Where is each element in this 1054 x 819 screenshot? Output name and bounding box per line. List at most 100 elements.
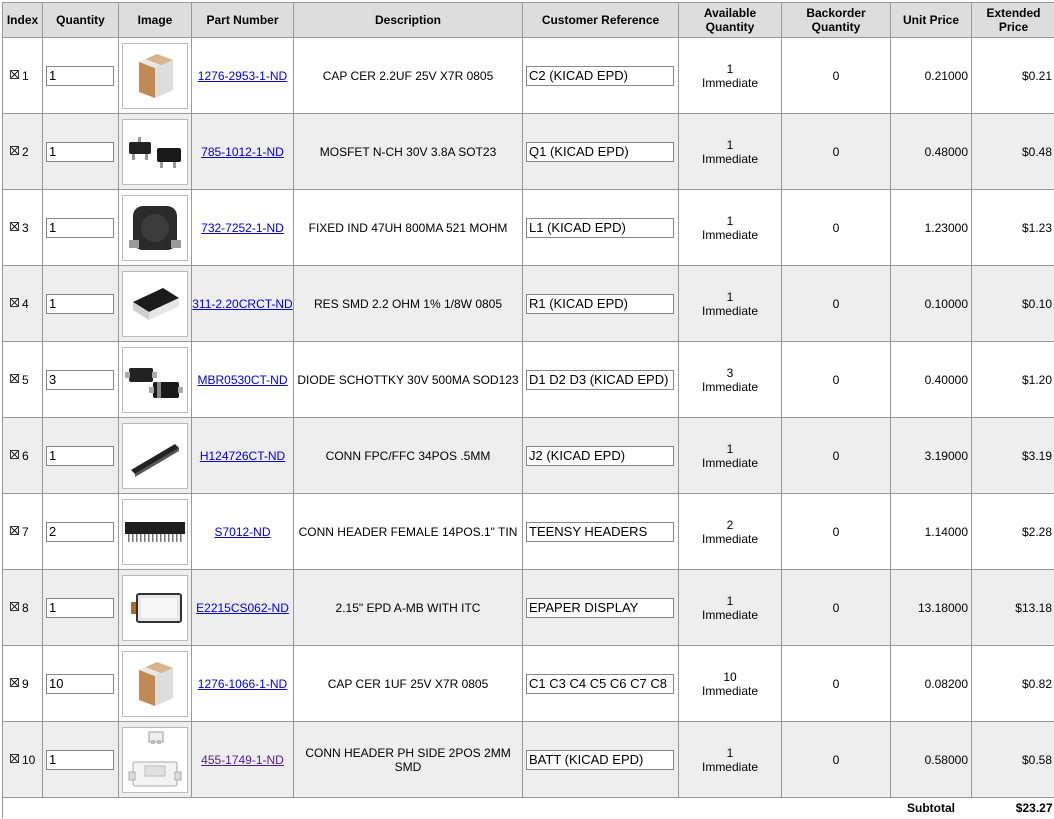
quantity-input[interactable]: [46, 445, 114, 466]
part-number-link[interactable]: MBR0530CT-ND: [197, 373, 287, 387]
remove-checkbox[interactable]: [10, 69, 19, 79]
customer-reference-input[interactable]: [526, 597, 674, 618]
ceramic-capacitor-image[interactable]: [122, 650, 188, 717]
part-number-link[interactable]: E2215CS062-ND: [196, 601, 289, 615]
quantity-input[interactable]: [46, 749, 114, 770]
customer-reference-input[interactable]: [526, 521, 674, 542]
index-cell: 4: [2, 265, 43, 342]
unit-price: 1.23000: [890, 189, 972, 266]
customer-reference-cell: [522, 645, 679, 722]
available-quantity: 10 Immediate: [678, 645, 782, 722]
customer-reference-input[interactable]: [526, 673, 674, 694]
part-number-cell: 1276-1066-1-ND: [191, 645, 294, 722]
index-value: 8: [22, 600, 29, 615]
quantity-cell: [42, 113, 119, 190]
index-cell: 1: [2, 37, 43, 114]
description: FIXED IND 47UH 800MA 521 MOHM: [293, 189, 523, 266]
available-status: Immediate: [701, 759, 759, 774]
image-cell: [118, 569, 192, 646]
customer-reference-input[interactable]: [526, 217, 674, 238]
inductor-image[interactable]: [122, 194, 188, 261]
index-cell: 8: [2, 569, 43, 646]
quantity-cell: [42, 417, 119, 494]
backorder-quantity: 0: [781, 189, 891, 266]
quantity-input[interactable]: [46, 217, 114, 238]
quantity-input[interactable]: [46, 65, 114, 86]
index-cell: 7: [2, 493, 43, 570]
backorder-quantity: 0: [781, 645, 891, 722]
quantity-input[interactable]: [46, 597, 114, 618]
part-number-cell: H124726CT-ND: [191, 417, 294, 494]
customer-reference-input[interactable]: [526, 65, 674, 86]
index-cell: 3: [2, 189, 43, 266]
extended-price: $0.58: [971, 721, 1054, 798]
part-number-link[interactable]: 1276-1066-1-ND: [198, 677, 287, 691]
customer-reference-input[interactable]: [526, 141, 674, 162]
extended-price: $1.20: [971, 341, 1054, 418]
table-row: 2 785-1012-1-ND MOSFET N-CH 30V 3.8A SOT23…: [2, 113, 1054, 190]
customer-reference-input[interactable]: [526, 445, 674, 466]
ceramic-capacitor-image[interactable]: [122, 42, 188, 109]
header-index: Index: [2, 2, 43, 38]
customer-reference-cell: [522, 189, 679, 266]
image-cell: [118, 189, 192, 266]
quantity-input[interactable]: [46, 141, 114, 162]
remove-checkbox[interactable]: [10, 221, 19, 231]
index-cell: 9: [2, 645, 43, 722]
diode-image[interactable]: [122, 346, 188, 413]
available-quantity: 1 Immediate: [678, 417, 782, 494]
part-number-link[interactable]: 311-2.20CRCT-ND: [192, 297, 292, 311]
resistor-image[interactable]: [122, 270, 188, 337]
remove-checkbox[interactable]: [10, 677, 19, 687]
index-value: 6: [22, 448, 29, 463]
extended-price: $1.23: [971, 189, 1054, 266]
quantity-cell: [42, 645, 119, 722]
quantity-input[interactable]: [46, 521, 114, 542]
available-qty-value: 1: [726, 593, 734, 608]
quantity-cell: [42, 189, 119, 266]
remove-checkbox[interactable]: [10, 601, 19, 611]
backorder-quantity: 0: [781, 569, 891, 646]
customer-reference-input[interactable]: [526, 293, 674, 314]
part-number-link[interactable]: H124726CT-ND: [200, 449, 285, 463]
part-number-link[interactable]: 785-1012-1-ND: [201, 145, 284, 159]
remove-checkbox[interactable]: [10, 145, 19, 155]
remove-checkbox[interactable]: [10, 753, 19, 763]
subtotal-row: Subtotal $23.27: [2, 797, 1054, 818]
cart-table: Index Quantity Image Part Number Descrip…: [2, 2, 1054, 818]
image-cell: [118, 493, 192, 570]
epaper-display-image[interactable]: [122, 574, 188, 641]
remove-checkbox[interactable]: [10, 297, 19, 307]
available-quantity: 2 Immediate: [678, 493, 782, 570]
fpc-connector-image[interactable]: [122, 422, 188, 489]
quantity-input[interactable]: [46, 369, 114, 390]
part-number-cell: 732-7252-1-ND: [191, 189, 294, 266]
part-number-link[interactable]: 1276-2953-1-ND: [198, 69, 287, 83]
remove-checkbox[interactable]: [10, 449, 19, 459]
unit-price: 0.58000: [890, 721, 972, 798]
customer-reference-input[interactable]: [526, 749, 674, 770]
part-number-link[interactable]: 455-1749-1-ND: [201, 753, 284, 767]
available-qty-value: 1: [726, 441, 734, 456]
image-cell: [118, 645, 192, 722]
index-value: 1: [22, 68, 29, 83]
available-status: Immediate: [701, 303, 759, 318]
mosfet-image[interactable]: [122, 118, 188, 185]
remove-checkbox[interactable]: [10, 525, 19, 535]
part-number-link[interactable]: 732-7252-1-ND: [201, 221, 284, 235]
backorder-quantity: 0: [781, 265, 891, 342]
ph-header-image[interactable]: [122, 726, 188, 793]
customer-reference-input[interactable]: [526, 369, 674, 390]
quantity-input[interactable]: [46, 673, 114, 694]
part-number-link[interactable]: S7012-ND: [214, 525, 270, 539]
quantity-input[interactable]: [46, 293, 114, 314]
customer-reference-cell: [522, 341, 679, 418]
table-row: 3 732-7252-1-ND FIXED IND 47UH 800MA 521 M…: [2, 189, 1054, 266]
header-connector-image[interactable]: [122, 498, 188, 565]
table-row: 8 E2215CS062-ND 2.15" EPD A-MB WITH ITC 1Im…: [2, 569, 1054, 646]
available-quantity: 1 Immediate: [678, 189, 782, 266]
remove-checkbox[interactable]: [10, 373, 19, 383]
extended-price: $0.10: [971, 265, 1054, 342]
image-cell: [118, 721, 192, 798]
available-quantity: 1 Immediate: [678, 721, 782, 798]
